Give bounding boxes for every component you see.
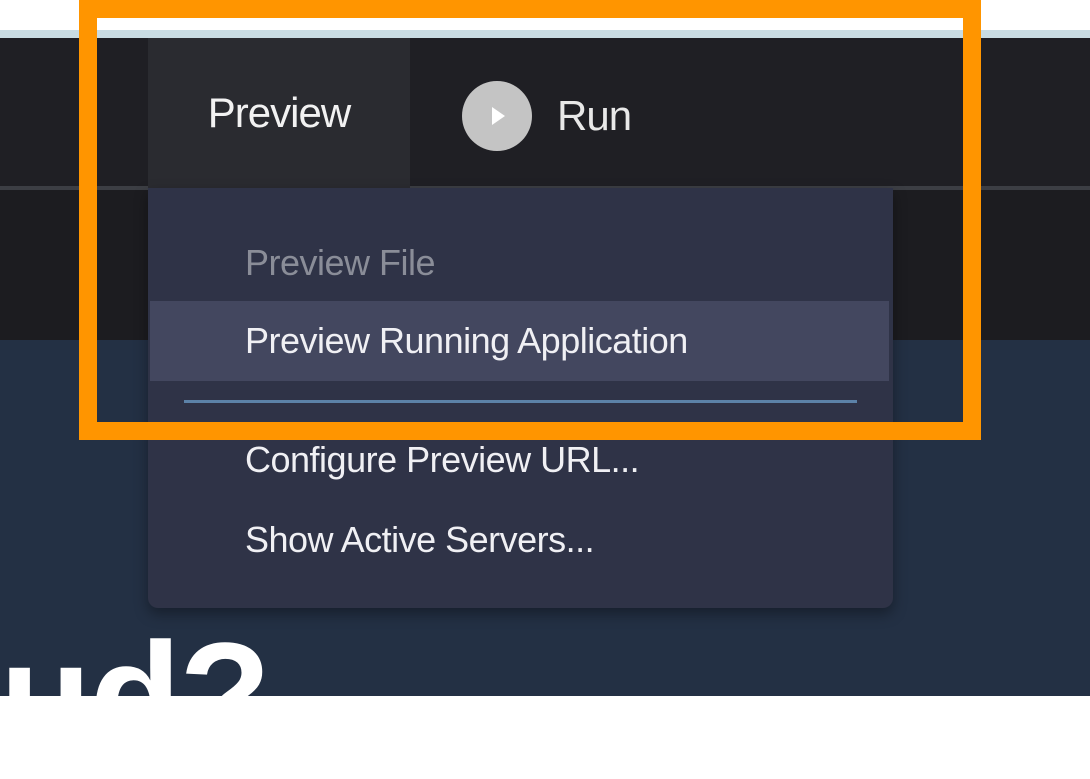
menu-item-show-active-servers[interactable]: Show Active Servers... (150, 500, 889, 580)
menu-item-preview-file[interactable]: Preview File (150, 223, 889, 303)
menu-separator (184, 400, 857, 403)
preview-menu-label: Preview (207, 89, 351, 136)
preview-menu-button[interactable]: Preview (148, 38, 410, 188)
menu-item-label: Configure Preview URL... (245, 439, 640, 480)
window-top-border (0, 30, 1090, 38)
run-label: Run (557, 92, 632, 139)
preview-dropdown-menu: Preview File Preview Running Application… (148, 188, 893, 608)
play-icon (462, 81, 532, 151)
background-heading: ud? (0, 611, 271, 779)
menu-item-preview-running-application[interactable]: Preview Running Application (150, 301, 889, 381)
run-button[interactable]: Run (462, 80, 632, 152)
menu-item-label: Preview File (245, 242, 436, 283)
menu-item-label: Show Active Servers... (245, 519, 595, 560)
menu-item-configure-preview-url[interactable]: Configure Preview URL... (150, 420, 889, 500)
menu-item-label: Preview Running Application (245, 320, 688, 361)
